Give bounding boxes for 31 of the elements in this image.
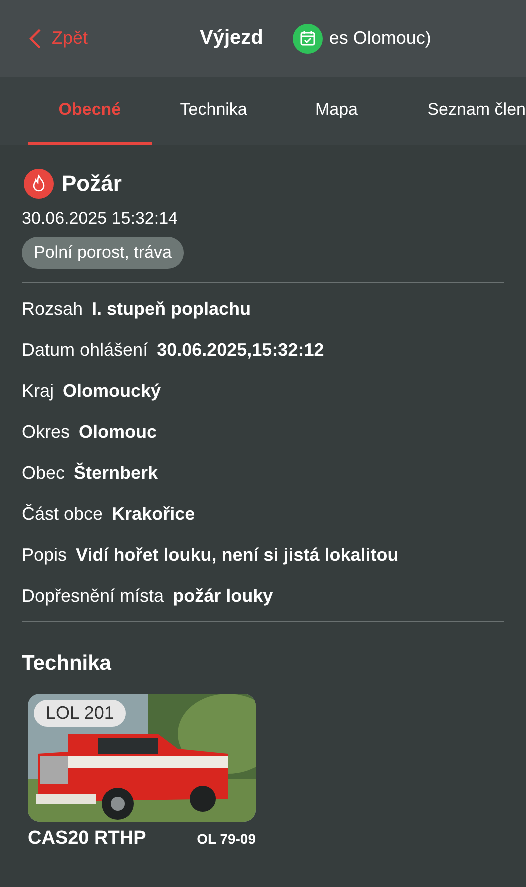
calendar-check-icon[interactable] <box>293 24 324 54</box>
detail-value: požár louky <box>173 585 274 608</box>
detail-value: Olomouc <box>79 421 158 444</box>
detail-label: Obec <box>22 462 66 485</box>
detail-label: Část obce <box>22 503 104 526</box>
vehicle-name: CAS20 RTHP <box>28 828 146 850</box>
detail-label: Popis <box>22 544 68 567</box>
detail-value: Šternberk <box>74 462 158 485</box>
detail-label: Rozsah <box>22 298 84 321</box>
incident-type: Požár <box>62 171 122 197</box>
detail-value: Olomoucký <box>63 380 162 403</box>
detail-value: I. stupeň poplachu <box>92 298 252 321</box>
chevron-left-icon <box>28 28 42 50</box>
incident-datetime: 30.06.2025 15:32:14 <box>22 209 179 229</box>
incident-tag: Polní porost, tráva <box>22 237 184 269</box>
tab[interactable]: Technika <box>152 77 276 145</box>
vehicle-badge: LOL 201 <box>34 700 126 727</box>
detail-value: Vidí hořet louku, není si jistá lokalitou <box>76 544 399 567</box>
license-plate: OL 79-09 <box>197 831 256 847</box>
detail-label: Kraj <box>22 380 54 403</box>
detail-label: Okres <box>22 421 70 444</box>
detail-label: Datum ohlášení <box>22 339 148 362</box>
detail-value: Krakořice <box>112 503 196 526</box>
screen-title: Výjezd <box>200 27 264 50</box>
section-heading: Technika <box>22 652 112 676</box>
tab[interactable]: Seznam člen <box>398 77 526 145</box>
tab[interactable]: Mapa <box>276 77 398 145</box>
detail-label: Dopřesnění místa <box>22 585 164 608</box>
detail-value: 30.06.2025,15:32:12 <box>157 339 324 362</box>
fire-icon <box>24 169 54 199</box>
unit-name: es Olomouc) <box>329 28 432 49</box>
